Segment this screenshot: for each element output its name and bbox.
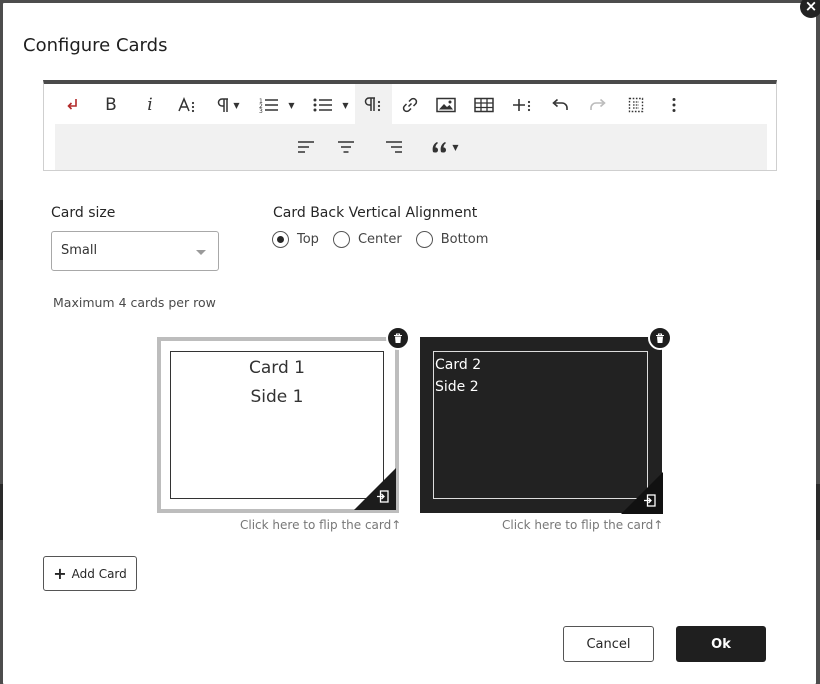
toolbar-row-secondary: ▼	[55, 124, 767, 170]
flip-card-icon[interactable]	[643, 494, 656, 507]
alignment-label: Card Back Vertical Alignment	[273, 205, 478, 221]
delete-card-1-icon[interactable]	[386, 326, 410, 350]
plus-icon: +	[53, 564, 67, 583]
paragraph-style-icon[interactable]	[355, 84, 392, 124]
radio-label-center: Center	[357, 232, 402, 247]
enter-icon[interactable]	[60, 90, 86, 120]
alignment-radio-group: Top Center Bottom	[272, 231, 502, 248]
chevron-down-icon	[196, 250, 206, 255]
svg-text:3: 3	[259, 108, 263, 113]
flip-card-icon[interactable]	[376, 490, 389, 503]
align-left-icon[interactable]	[291, 132, 321, 162]
card-1-content[interactable]: Card 1 Side 1	[170, 351, 384, 499]
card-1-title: Card 1	[249, 358, 305, 378]
add-card-label: Add Card	[71, 566, 127, 581]
align-right-icon[interactable]	[379, 132, 409, 162]
radio-button-selected[interactable]	[272, 231, 289, 248]
cancel-button[interactable]: Cancel	[563, 626, 654, 662]
close-icon[interactable]: ×	[800, 0, 820, 18]
ok-button[interactable]: Ok	[676, 626, 766, 662]
paragraph-format-icon[interactable]: ▼	[212, 90, 244, 120]
card-size-value: Small	[61, 243, 98, 258]
redo-icon[interactable]	[584, 90, 612, 120]
link-icon[interactable]	[396, 90, 424, 120]
quote-icon[interactable]: ▼	[427, 132, 463, 162]
ordered-list-icon[interactable]: 123 ▼	[252, 90, 302, 120]
flip-card-1-link[interactable]: Click here to flip the card↑	[240, 518, 401, 532]
card-size-label: Card size	[51, 205, 116, 221]
flip-text: Click here to flip the card	[240, 518, 392, 532]
radio-label-top: Top	[297, 232, 319, 247]
arrow-up-icon: ↑	[391, 518, 402, 532]
radio-center[interactable]: Center	[332, 231, 402, 248]
italic-icon[interactable]: i	[137, 90, 163, 120]
radio-label-bottom: Bottom	[440, 232, 489, 247]
arrow-up-icon: ↑	[653, 518, 664, 532]
radio-top[interactable]: Top	[272, 231, 319, 248]
flip-corner[interactable]	[621, 472, 663, 514]
card-2-side: Side 2	[435, 379, 479, 395]
bold-icon[interactable]: B	[98, 90, 124, 120]
card-size-note: Maximum 4 cards per row	[53, 295, 216, 310]
configure-cards-dialog: Configure Cards B i ▼ 123 ▼ ▼ ▼ Card siz…	[3, 3, 816, 684]
insert-more-icon[interactable]	[508, 90, 536, 120]
delete-card-2-icon[interactable]	[648, 326, 672, 350]
toolbar-row-primary: B i ▼ 123 ▼ ▼	[44, 84, 776, 124]
card-size-select[interactable]: Small	[51, 231, 219, 271]
dialog-title: Configure Cards	[23, 35, 168, 56]
table-icon[interactable]	[470, 90, 498, 120]
flip-corner[interactable]	[354, 468, 396, 510]
rich-text-toolbar: B i ▼ 123 ▼ ▼ ▼	[43, 80, 777, 171]
add-card-button[interactable]: + Add Card	[43, 556, 137, 591]
select-all-icon[interactable]	[622, 90, 650, 120]
image-icon[interactable]	[432, 90, 460, 120]
font-size-icon[interactable]	[174, 90, 202, 120]
card-2-title: Card 2	[435, 357, 482, 373]
radio-bottom[interactable]: Bottom	[415, 231, 489, 248]
radio-button[interactable]	[332, 231, 350, 248]
flip-card-2-link[interactable]: Click here to flip the card↑	[502, 518, 663, 532]
more-options-icon[interactable]	[660, 90, 688, 120]
card-1[interactable]: Card 1 Side 1	[157, 337, 399, 513]
card-1-side: Side 1	[250, 387, 304, 407]
flip-text: Click here to flip the card	[502, 518, 654, 532]
undo-icon[interactable]	[546, 90, 574, 120]
radio-button[interactable]	[415, 231, 433, 248]
card-2[interactable]: Card 2 Side 2	[420, 337, 663, 514]
unordered-list-icon[interactable]: ▼	[306, 90, 356, 120]
card-2-content[interactable]: Card 2 Side 2	[433, 351, 648, 499]
align-center-icon[interactable]	[331, 132, 361, 162]
